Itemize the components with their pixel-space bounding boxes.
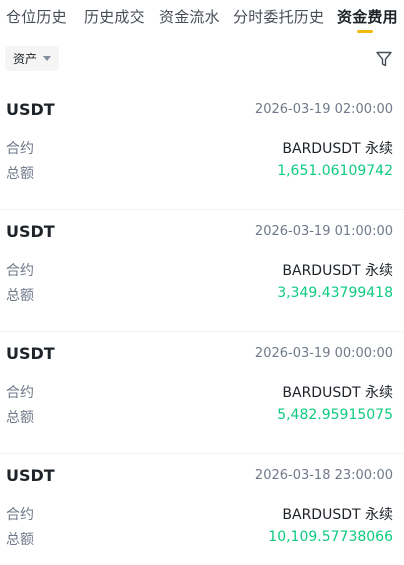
asset-filter-dropdown[interactable]: 资产	[5, 46, 60, 71]
total-label: 总额	[6, 166, 34, 182]
total-value: 10,109.57738066	[268, 529, 393, 545]
contract-label: 合约	[6, 263, 34, 279]
record-time: 2026-03-19 02:00:00	[254, 102, 393, 117]
contract-label: 合约	[6, 507, 34, 523]
funding-fee-list: USDT 2026-03-19 02:00:00 合约 BARDUSDT 永续 …	[0, 88, 404, 565]
contract-label: 合约	[6, 385, 34, 401]
tab-funding-fee[interactable]: 资金费用	[337, 6, 398, 27]
contract-label: 合约	[6, 141, 34, 157]
contract-value: BARDUSDT 永续	[282, 385, 393, 401]
contract-value: BARDUSDT 永续	[282, 507, 393, 523]
total-value: 5,482.95915075	[277, 407, 393, 423]
filter-bar: 资产	[0, 44, 404, 74]
list-item: USDT 2026-03-18 23:00:00 合约 BARDUSDT 永续 …	[0, 454, 404, 565]
asset-name: USDT	[6, 222, 55, 241]
tab-position-history[interactable]: 仓位历史	[6, 6, 67, 27]
record-time: 2026-03-19 00:00:00	[254, 346, 393, 361]
list-item: USDT 2026-03-19 02:00:00 合约 BARDUSDT 永续 …	[0, 88, 404, 210]
tab-twap-order-history[interactable]: 分时委托历史	[233, 6, 324, 27]
list-item: USDT 2026-03-19 01:00:00 合约 BARDUSDT 永续 …	[0, 210, 404, 332]
contract-value: BARDUSDT 永续	[282, 263, 393, 279]
record-time: 2026-03-19 01:00:00	[254, 224, 393, 239]
asset-filter-label: 资产	[13, 52, 38, 66]
tab-fund-flow[interactable]: 资金流水	[159, 6, 220, 27]
total-label: 总额	[6, 410, 34, 426]
active-tab-indicator	[357, 30, 373, 33]
total-value: 3,349.43799418	[277, 285, 393, 301]
asset-name: USDT	[6, 100, 55, 119]
tab-trade-history[interactable]: 历史成交	[84, 6, 145, 27]
list-item: USDT 2026-03-19 00:00:00 合约 BARDUSDT 永续 …	[0, 332, 404, 454]
contract-value: BARDUSDT 永续	[282, 141, 393, 157]
filter-icon[interactable]	[375, 50, 393, 68]
total-label: 总额	[6, 288, 34, 304]
asset-name: USDT	[6, 466, 55, 485]
tab-bar: 仓位历史 历史成交 资金流水 分时委托历史 资金费用	[0, 0, 404, 34]
asset-name: USDT	[6, 344, 55, 363]
total-value: 1,651.06109742	[277, 163, 393, 179]
record-time: 2026-03-18 23:00:00	[254, 468, 393, 483]
caret-down-icon	[43, 56, 52, 61]
total-label: 总额	[6, 532, 34, 548]
